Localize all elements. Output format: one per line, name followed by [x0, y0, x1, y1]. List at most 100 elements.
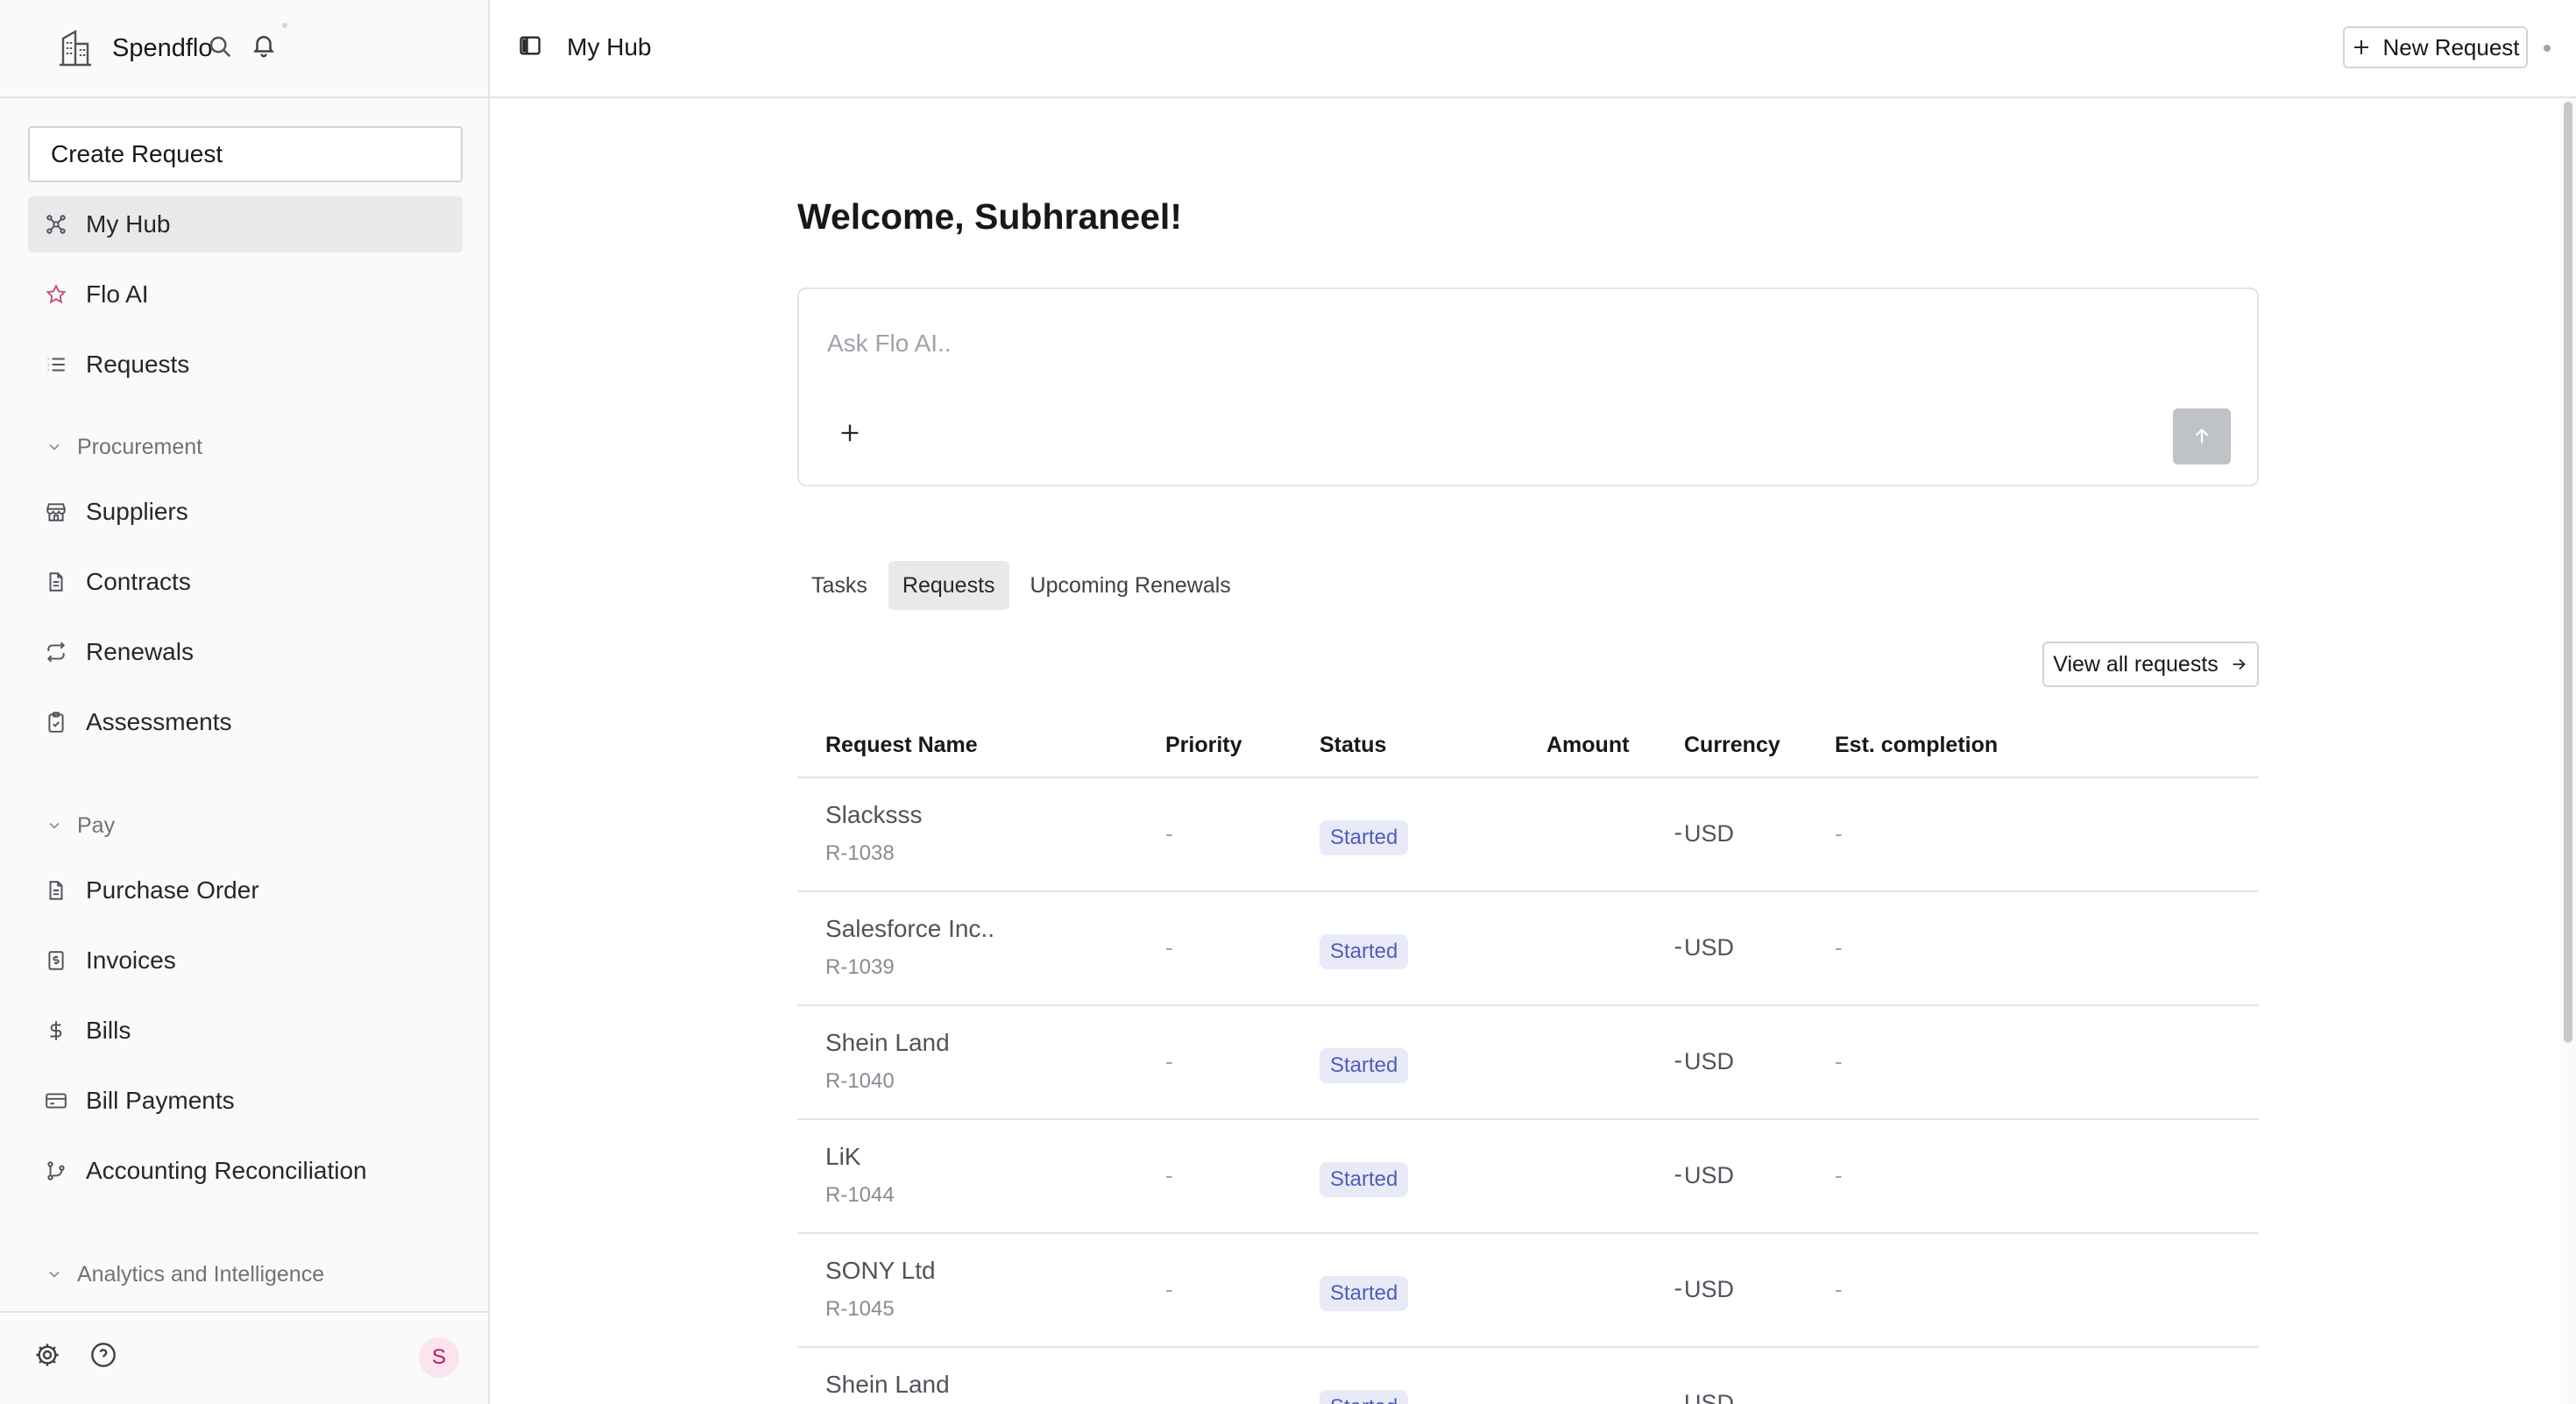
request-id: R-1040	[825, 1069, 895, 1093]
currency-cell: USD	[1684, 1390, 1735, 1404]
sidebar-item-label: Bills	[86, 1017, 131, 1044]
new-request-button[interactable]: New Request	[2343, 26, 2528, 68]
tab-tasks[interactable]: Tasks	[797, 561, 881, 610]
request-name: Shein Land	[825, 1029, 950, 1056]
chevron-down-icon	[49, 443, 60, 450]
sidebar-item-assessments[interactable]: Assessments	[28, 694, 463, 750]
credit-card-icon	[44, 1088, 68, 1113]
table-row[interactable]: Slacksss R-1038- Started - USD -	[797, 778, 2259, 892]
sidebar-item-contracts[interactable]: Contracts	[28, 554, 463, 610]
amount-cell: -	[1674, 1274, 1682, 1301]
status-dot	[2544, 45, 2551, 52]
sidebar-item-flo-ai[interactable]: Flo AI	[28, 266, 463, 323]
amount-cell: -	[1674, 819, 1682, 846]
column-header-est-completion: Est. completion	[1835, 733, 1999, 757]
table-row[interactable]: SONY Ltd R-1045- Started - USD -	[797, 1234, 2259, 1348]
est-completion-cell: -	[1835, 1276, 1843, 1302]
document-icon	[44, 570, 68, 594]
tab-requests[interactable]: Requests	[888, 561, 1009, 610]
sidebar-item-label: My Hub	[86, 210, 171, 238]
column-header-request-name: Request Name	[825, 733, 978, 757]
sidebar: Spendflo Create Request My Hub Flo AI Re…	[0, 0, 490, 1404]
clipboard-icon	[44, 710, 68, 734]
store-icon	[44, 500, 68, 524]
ask-flo-ai-box	[797, 287, 2259, 486]
arrow-up-icon	[2195, 428, 2209, 443]
section-title: Pay	[77, 812, 116, 838]
tab-upcoming-renewals[interactable]: Upcoming Renewals	[1016, 561, 1245, 610]
priority-cell: -	[1165, 1162, 1173, 1188]
section-pay[interactable]: Pay	[46, 808, 115, 843]
sidebar-item-label: Requests	[86, 351, 190, 378]
sidebar-item-purchase-order[interactable]: Purchase Order	[28, 862, 463, 918]
bell-icon[interactable]	[251, 32, 282, 63]
table-row[interactable]: Shein Land Started USD	[797, 1348, 2259, 1404]
building-logo-icon[interactable]	[56, 29, 95, 67]
section-analytics[interactable]: Analytics and Intelligence	[46, 1257, 324, 1292]
sidebar-item-label: Bill Payments	[86, 1087, 235, 1114]
request-name: Slacksss	[825, 801, 923, 828]
sidebar-item-label: Contracts	[86, 568, 191, 595]
receipt-icon	[44, 948, 68, 973]
priority-cell: -	[1165, 1048, 1173, 1074]
gear-icon[interactable]	[33, 1341, 65, 1372]
sidebar-item-label: Accounting Reconciliation	[86, 1157, 367, 1184]
request-name: LiK	[825, 1143, 861, 1170]
sidebar-item-accounting-reconciliation[interactable]: Accounting Reconciliation	[28, 1143, 463, 1199]
section-title: Analytics and Intelligence	[77, 1261, 325, 1287]
sidebar-item-label: Invoices	[86, 947, 176, 974]
brand-name: Spendflo	[112, 33, 213, 62]
table-row[interactable]: LiK R-1044- Started - USD -	[797, 1120, 2259, 1234]
brand-bar: Spendflo	[0, 0, 488, 98]
help-icon[interactable]	[89, 1341, 121, 1372]
search-icon[interactable]	[207, 33, 238, 65]
table-header: Request Name Priority Status Amount Curr…	[797, 712, 2259, 778]
requests-table: Request Name Priority Status Amount Curr…	[797, 712, 2259, 1404]
column-header-currency: Currency	[1684, 733, 1780, 757]
sidebar-item-label: Flo AI	[86, 280, 149, 308]
sidebar-item-my-hub[interactable]: My Hub	[28, 196, 463, 252]
request-id: R-1039	[825, 955, 895, 979]
priority-cell: -	[1165, 820, 1173, 847]
hub-icon	[44, 212, 68, 237]
chevron-down-icon	[49, 1271, 60, 1278]
column-header-priority: Priority	[1165, 733, 1242, 757]
priority-cell: -	[1165, 934, 1173, 961]
currency-cell: USD	[1684, 1276, 1735, 1302]
request-id: R-1045	[825, 1297, 895, 1321]
section-procurement[interactable]: Procurement	[46, 429, 202, 464]
scrollbar[interactable]	[2560, 98, 2576, 1404]
sidebar-item-label: Suppliers	[86, 498, 188, 525]
sidebar-item-renewals[interactable]: Renewals	[28, 624, 463, 680]
sidebar-item-requests[interactable]: Requests	[28, 337, 463, 393]
sidebar-item-bill-payments[interactable]: Bill Payments	[28, 1073, 463, 1129]
create-request-button[interactable]: Create Request	[28, 126, 463, 182]
send-button[interactable]	[2173, 408, 2231, 464]
new-request-label: New Request	[2382, 33, 2520, 60]
currency-cell: USD	[1684, 820, 1735, 847]
column-header-status: Status	[1320, 733, 1387, 757]
hub-tabs: Tasks Requests Upcoming Renewals	[797, 561, 1252, 610]
sidebar-toggle-icon[interactable]	[518, 33, 546, 61]
table-row[interactable]: Shein Land R-1040- Started - USD -	[797, 1006, 2259, 1120]
sidebar-item-invoices[interactable]: Invoices	[28, 932, 463, 989]
document-icon	[44, 878, 68, 903]
est-completion-cell: -	[1835, 934, 1843, 961]
sidebar-item-bills[interactable]: Bills	[28, 1003, 463, 1059]
scroll-thumb[interactable]	[2564, 102, 2572, 1043]
avatar[interactable]: S	[419, 1337, 459, 1378]
view-all-requests-button[interactable]: View all requests	[2042, 642, 2259, 687]
dollar-icon	[44, 1018, 68, 1043]
table-row[interactable]: Salesforce Inc.. R-1039- Started - USD -	[797, 892, 2259, 1006]
request-id: R-1038	[825, 841, 895, 865]
page-title: My Hub	[567, 33, 652, 60]
request-id: R-1044	[825, 1183, 895, 1207]
git-branch-icon	[44, 1159, 68, 1183]
section-title: Procurement	[77, 434, 203, 459]
sidebar-item-suppliers[interactable]: Suppliers	[28, 484, 463, 540]
ask-flo-ai-input[interactable]	[827, 326, 2141, 361]
add-attachment-icon[interactable]	[838, 421, 866, 449]
priority-cell: -	[1165, 1276, 1173, 1302]
currency-cell: USD	[1684, 1162, 1735, 1188]
request-name: Salesforce Inc..	[825, 915, 994, 942]
